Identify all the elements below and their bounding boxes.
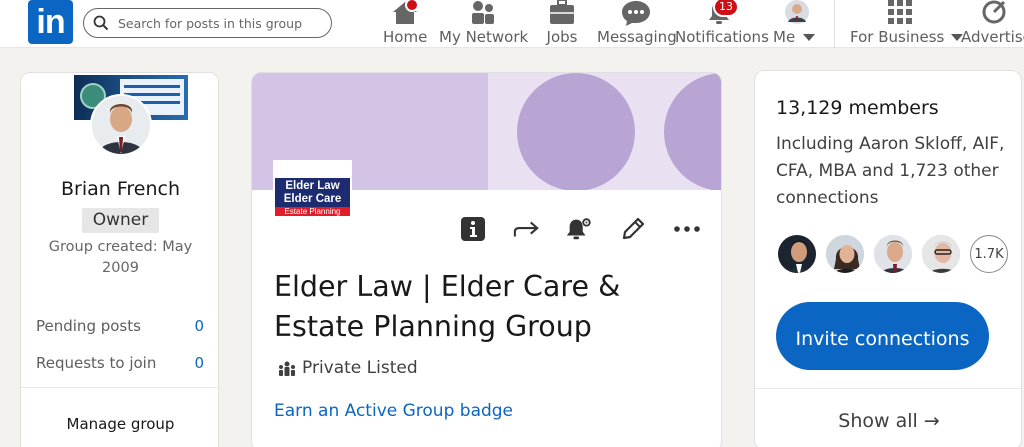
active-group-badge-link[interactable]: Earn an Active Group badge [274,401,513,421]
pencil-icon [622,217,645,240]
briefcase-icon [550,0,574,24]
group-logo-line1: Elder Law [285,180,340,192]
owner-avatar[interactable] [90,94,152,156]
group-logo-line3: Estate Planning [275,207,350,216]
bell-gear-icon [566,217,592,240]
member-avatar[interactable] [776,233,818,275]
nav-jobs[interactable]: Jobs [544,0,580,48]
requests-to-join-count: 0 [194,354,204,372]
message-icon [622,1,650,26]
search-icon [93,15,109,31]
show-all-button[interactable]: Show all → [755,410,1021,432]
member-avatar[interactable] [920,233,962,275]
more-members-count[interactable]: 1.7K [970,235,1008,273]
group-owner-card: Brian French Owner Group created: May 20… [20,72,219,447]
grid-icon [888,0,912,24]
nav-advertise[interactable]: Advertise [961,0,1024,48]
member-count[interactable]: 13,129 members [776,97,939,119]
notification-settings-button[interactable] [565,216,593,242]
more-horizontal-icon [674,226,700,232]
search-box[interactable] [83,8,332,38]
user-avatar-icon [785,0,809,24]
nav-me[interactable]: Me [773,0,819,48]
chevron-down-icon [802,33,815,41]
group-title: Elder Law | Elder Care & Estate Planning… [274,270,621,343]
group-actions [457,216,707,242]
info-icon [461,217,485,241]
nav-my-network-label: My Network [439,28,529,46]
nav-home-label: Home [383,28,428,46]
pending-posts-label: Pending posts [36,317,141,335]
edit-group-button[interactable] [619,216,647,242]
pending-posts-count: 0 [194,317,204,335]
requests-to-join-row[interactable]: Requests to join 0 [36,354,204,372]
nav-home[interactable]: Home [383,0,427,48]
search-input[interactable] [118,14,318,32]
nav-messaging-label: Messaging [597,28,677,46]
group-created-date: Group created: May 2009 [48,239,193,276]
members-card: 13,129 members Including Aaron Skloff, A… [754,70,1022,447]
nav-jobs-label: Jobs [546,28,578,46]
group-logo-line2: Elder Care [283,193,342,205]
manage-group-button[interactable]: Manage group [21,415,218,433]
group-people-icon [279,361,295,376]
member-connections-text: Including Aaron Skloff, AIF, CFA, MBA an… [776,134,1005,208]
share-button[interactable] [513,216,541,242]
people-icon [472,1,494,24]
member-avatar[interactable] [824,233,866,275]
nav-messaging[interactable]: Messaging [597,0,677,48]
info-button[interactable] [459,216,487,242]
owner-name[interactable]: Brian French [21,178,218,200]
invite-connections-button[interactable]: Invite connections [776,302,989,370]
linkedin-logo[interactable]: in [28,0,73,44]
owner-role-badge: Owner [82,208,159,233]
share-arrow-icon [513,221,539,237]
group-logo: Elder Law Elder Care Estate Planning [273,160,352,221]
divider [21,387,218,388]
nav-for-business-label: For Business [850,28,945,46]
pending-posts-row[interactable]: Pending posts 0 [36,317,204,335]
nav-for-business[interactable]: For Business [850,0,964,48]
notifications-badge: 13 [713,0,739,17]
nav-my-network[interactable]: My Network [439,0,529,48]
top-nav: in Home My Network Jobs [0,0,1024,48]
nav-divider [834,0,835,48]
nav-advertise-label: Advertise [961,28,1024,46]
requests-to-join-label: Requests to join [36,354,157,372]
group-header-card: Elder Law Elder Care Estate Planning Eld… [251,72,722,447]
divider [755,388,1021,389]
member-avatar[interactable] [872,233,914,275]
nav-me-label: Me [773,28,796,46]
more-options-button[interactable] [671,216,703,242]
home-icon [393,0,419,24]
group-privacy-label: Private Listed [302,358,418,378]
nav-notifications[interactable]: 13 Notifications [675,0,769,48]
nav-notifications-label: Notifications [675,28,769,46]
compass-icon [982,0,1006,24]
